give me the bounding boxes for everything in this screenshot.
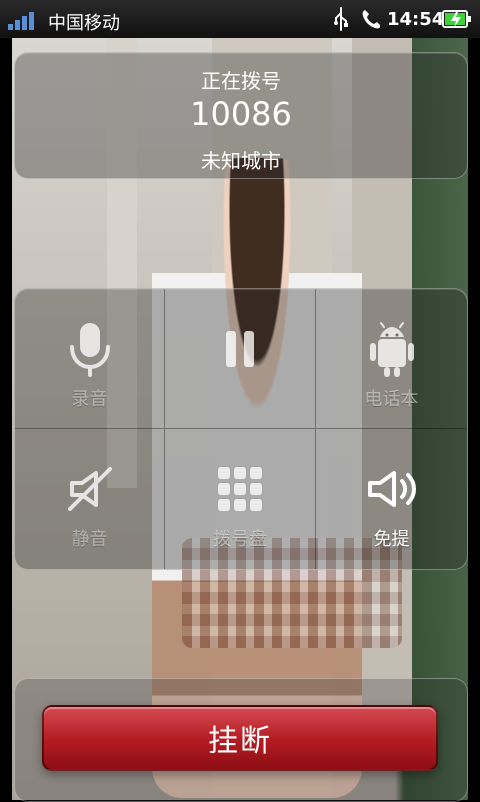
call-number: 10086 [190,95,292,133]
usb-icon [334,7,348,31]
signal-bars-icon [8,10,38,30]
clock: 14:54 [387,9,445,30]
speaker-button[interactable]: 免提 [316,429,467,569]
call-location: 未知城市 [201,149,281,173]
contacts-button[interactable]: 电话本 [316,289,467,429]
android-icon [369,322,414,377]
record-button[interactable]: 录音 [15,289,165,429]
keypad-icon [218,467,262,511]
call-controls-grid: 录音 电话本 静音 拨号盘 免提 [15,289,467,569]
phone-in-call-icon [362,10,380,29]
call-controls-panel: 录音 电话本 静音 拨号盘 免提 [14,288,468,570]
call-status: 正在拨号 [201,69,281,93]
speaker-icon [367,471,416,507]
hold-button[interactable] [165,289,316,429]
mute-icon [67,467,112,511]
call-info-panel: 正在拨号 10086 未知城市 [14,52,468,179]
mute-button[interactable]: 静音 [15,429,165,569]
hangup-button[interactable]: 挂断 [42,705,438,771]
pause-icon [226,331,254,367]
record-label: 录音 [71,389,108,410]
contacts-label: 电话本 [364,389,419,410]
mute-label: 静音 [71,529,108,550]
speaker-label: 免提 [373,529,410,550]
keypad-button[interactable]: 拨号盘 [165,429,316,569]
carrier-name: 中国移动 [48,13,120,34]
status-bar: 中国移动 14:54 [0,0,480,38]
keypad-label: 拨号盘 [213,529,267,550]
microphone-icon [69,323,110,377]
battery-charging-icon [442,10,471,28]
